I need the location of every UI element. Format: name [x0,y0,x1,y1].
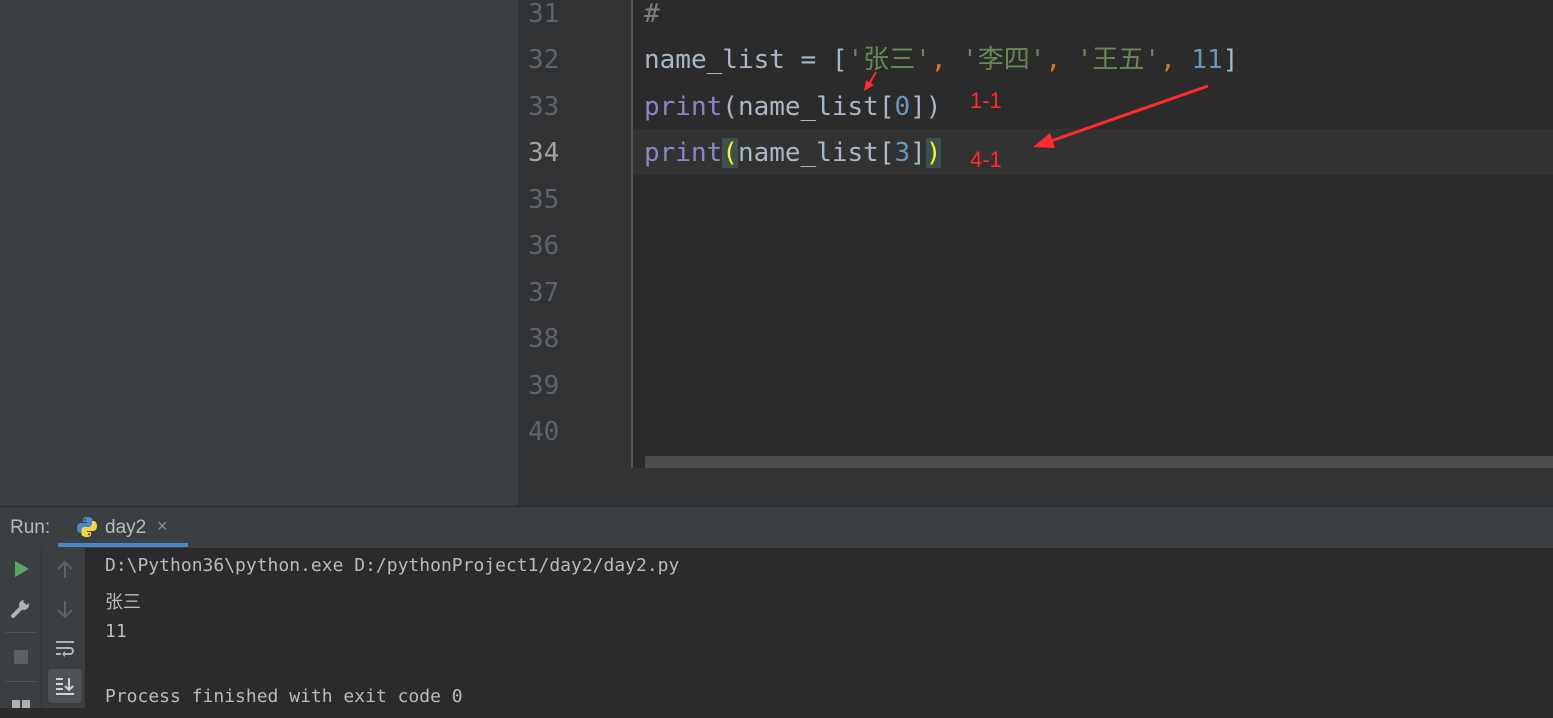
run-icon[interactable] [9,557,33,581]
annotation-arrowhead-1 [864,80,874,91]
annotation-arrowhead-2 [1033,133,1055,148]
annotation-label-1: 1-1 [970,88,1002,113]
wrench-icon[interactable] [9,596,33,620]
layout-icon[interactable] [9,694,33,718]
run-label: Run: [10,517,51,538]
toolbar-separator [6,632,36,633]
close-icon[interactable]: × [157,516,168,537]
python-icon [77,517,97,537]
console-output-line: 张三 [105,592,141,613]
annotation-arrows [864,71,1209,148]
console-exit-line: Process finished with exit code 0 [105,686,463,707]
stop-icon[interactable] [9,645,33,669]
run-tab-label[interactable]: day2 [105,517,146,539]
console-output-line: 11 [105,621,127,642]
run-panel-header [0,506,1553,548]
console-command-line: D:\Python36\python.exe D:/pythonProject1… [105,555,680,576]
annotation-arrow-2 [1047,84,1209,144]
arrow-up-icon[interactable] [53,558,77,582]
soft-wrap-icon[interactable] [53,636,77,660]
toolbar-separator [6,681,36,682]
run-tab-underline [58,543,188,547]
arrow-down-icon[interactable] [53,597,77,621]
annotation-label-2: 4-1 [970,147,1002,172]
scroll-to-end-icon[interactable] [53,674,77,698]
